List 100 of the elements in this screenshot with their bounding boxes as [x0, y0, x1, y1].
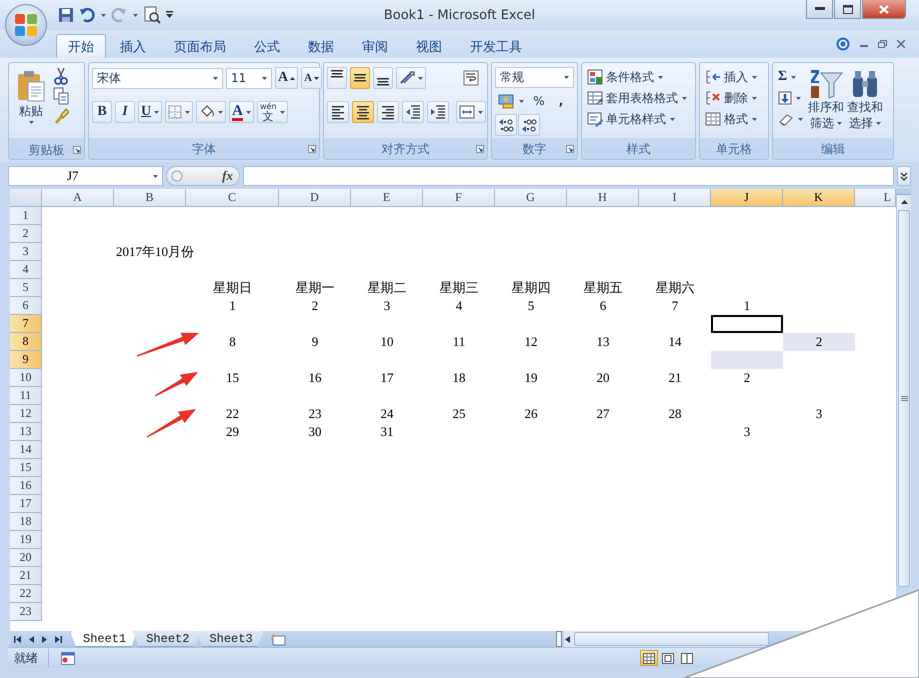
phonetic-button[interactable]: wén 文: [256, 101, 288, 123]
ribbon-menu-button[interactable]: 插入: [703, 67, 759, 87]
row-header[interactable]: 12: [10, 405, 42, 423]
row-header[interactable]: 5: [10, 279, 42, 297]
horizontal-scrollbar[interactable]: [564, 631, 769, 647]
normal-view-button[interactable]: [640, 650, 658, 666]
copy-icon[interactable]: [53, 87, 69, 105]
increase-indent-button[interactable]: [427, 101, 449, 123]
brush-icon[interactable]: [53, 107, 69, 125]
ribbon-tab[interactable]: 页面布局: [160, 34, 240, 58]
page-break-button[interactable]: [678, 650, 696, 666]
customize-caret-icon[interactable]: [166, 11, 174, 19]
comma-button[interactable]: ,: [551, 90, 571, 112]
decrease-decimal-button[interactable]: [518, 114, 540, 136]
row-header[interactable]: 6: [10, 297, 42, 315]
maximize-button[interactable]: [834, 0, 861, 19]
percent-button[interactable]: %: [529, 90, 549, 112]
increase-decimal-button[interactable]: [495, 114, 517, 136]
vertical-align-button[interactable]: [350, 67, 370, 89]
horizontal-align-button[interactable]: [327, 101, 349, 123]
row-header[interactable]: 20: [10, 549, 42, 567]
row-header[interactable]: 21: [10, 567, 42, 585]
decrease-indent-button[interactable]: [402, 101, 424, 123]
row-header[interactable]: 16: [10, 477, 42, 495]
column-header[interactable]: A: [42, 189, 114, 207]
row-header[interactable]: 2: [10, 225, 42, 243]
launcher-icon[interactable]: [73, 146, 81, 154]
sheet-tab[interactable]: Sheet2: [133, 631, 200, 647]
row-header[interactable]: 10: [10, 369, 42, 387]
split-handle[interactable]: [556, 631, 562, 647]
insert-function-button[interactable]: fx: [166, 166, 240, 186]
row-header[interactable]: 13: [10, 423, 42, 441]
ribbon-large-button[interactable]: 查找和 选择: [847, 67, 883, 140]
close-button[interactable]: [862, 0, 906, 19]
ribbon-tab[interactable]: 审阅: [348, 34, 402, 58]
next-sheet-icon[interactable]: [42, 636, 47, 642]
sheet-tab[interactable]: Sheet3: [196, 631, 264, 647]
ribbon-menu-button[interactable]: 单元格样式: [585, 109, 689, 129]
left-arrow-icon[interactable]: [564, 636, 572, 642]
page-layout-button[interactable]: [659, 650, 677, 666]
name-box[interactable]: J7: [8, 166, 163, 186]
ribbon-tab[interactable]: 视图: [402, 34, 456, 58]
column-header[interactable]: C: [186, 189, 279, 207]
column-header[interactable]: E: [351, 189, 423, 207]
launcher-icon[interactable]: [566, 145, 574, 153]
first-sheet-icon[interactable]: [14, 636, 21, 642]
font-name-field[interactable]: 宋体: [92, 68, 223, 88]
close-icon[interactable]: [897, 40, 905, 48]
row-header[interactable]: 17: [10, 495, 42, 513]
row-header[interactable]: 19: [10, 531, 42, 549]
selected-cell[interactable]: [711, 351, 783, 369]
ribbon-tab[interactable]: 开发工具: [456, 34, 536, 58]
ribbon-large-button[interactable]: 排序和 筛选: [808, 67, 844, 140]
row-header[interactable]: 14: [10, 441, 42, 459]
paste-button[interactable]: 粘贴: [12, 67, 50, 141]
merge-cells-button[interactable]: [456, 101, 486, 123]
italic-button[interactable]: I: [115, 101, 135, 123]
scissors-icon[interactable]: [53, 67, 69, 85]
ribbon-menu-button[interactable]: 条件格式: [585, 67, 689, 87]
row-header[interactable]: 11: [10, 387, 42, 405]
column-header[interactable]: L: [855, 189, 896, 207]
ribbon-tab[interactable]: 数据: [294, 34, 348, 58]
orientation-button[interactable]: [396, 67, 426, 89]
sheet-tab[interactable]: Sheet1: [70, 631, 138, 647]
minimize-button[interactable]: [806, 0, 833, 19]
column-header[interactable]: D: [279, 189, 351, 207]
ribbon-tab[interactable]: 开始: [56, 34, 106, 58]
formula-input[interactable]: [243, 166, 894, 186]
row-header[interactable]: 22: [10, 585, 42, 603]
launcher-icon[interactable]: [308, 145, 316, 153]
save-icon[interactable]: [58, 7, 74, 23]
row-header[interactable]: 3: [10, 243, 42, 261]
column-header[interactable]: J: [711, 189, 783, 207]
restore-icon[interactable]: [878, 40, 887, 48]
grow-font-button[interactable]: A: [275, 67, 298, 89]
ribbon-menu-button[interactable]: 格式: [703, 109, 759, 129]
column-header[interactable]: K: [783, 189, 855, 207]
new-sheet-icon[interactable]: [270, 632, 286, 646]
borders-button[interactable]: [165, 101, 194, 123]
row-header[interactable]: 7: [10, 315, 42, 333]
column-header[interactable]: B: [114, 189, 186, 207]
ribbon-tab[interactable]: 公式: [240, 34, 294, 58]
row-header[interactable]: 8: [10, 333, 42, 351]
launcher-icon[interactable]: [476, 145, 484, 153]
bold-button[interactable]: B: [92, 101, 112, 123]
help-icon[interactable]: [836, 37, 850, 51]
sum-button[interactable]: Σ: [776, 67, 805, 87]
split-handle[interactable]: [897, 189, 911, 195]
row-header[interactable]: 15: [10, 459, 42, 477]
macro-record-icon[interactable]: [61, 652, 75, 664]
last-sheet-icon[interactable]: [55, 636, 62, 642]
fill-color-button[interactable]: [196, 101, 226, 123]
underline-button[interactable]: U: [138, 101, 162, 123]
number-format-field[interactable]: 常规: [495, 67, 574, 88]
column-header[interactable]: H: [567, 189, 639, 207]
font-size-field[interactable]: 11: [226, 68, 272, 88]
row-header[interactable]: 18: [10, 513, 42, 531]
column-header[interactable]: G: [495, 189, 567, 207]
ribbon-menu-button[interactable]: 删除: [703, 88, 759, 108]
ribbon-menu-button[interactable]: 套用表格格式: [585, 88, 689, 108]
